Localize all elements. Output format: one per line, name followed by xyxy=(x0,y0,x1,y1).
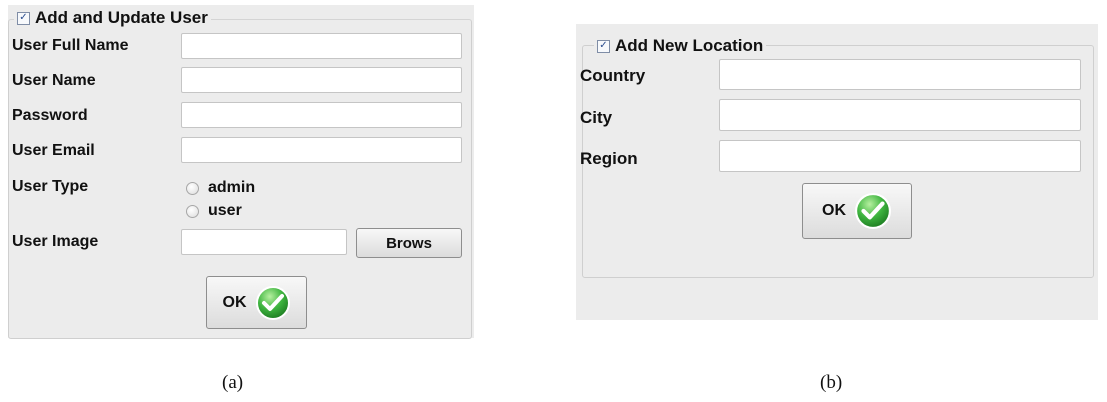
add-update-user-title: Add and Update User xyxy=(35,8,208,27)
region-field[interactable] xyxy=(719,140,1081,172)
caption-a: (a) xyxy=(222,372,244,393)
add-location-panel: ✓ Add New Location Country City Region O… xyxy=(576,24,1098,320)
city-label: City xyxy=(580,108,613,127)
user-name-label: User Name xyxy=(12,72,96,89)
radio-icon[interactable] xyxy=(186,204,199,218)
green-checkmark-icon xyxy=(255,285,291,321)
checkbox-checked-icon[interactable]: ✓ xyxy=(597,39,610,53)
user-full-name-field[interactable] xyxy=(181,33,462,59)
user-name-field[interactable] xyxy=(181,67,462,93)
caption-b: (b) xyxy=(820,372,843,393)
radio-icon[interactable] xyxy=(186,181,199,195)
radio-user-label: user xyxy=(208,202,242,219)
user-email-field[interactable] xyxy=(181,137,462,163)
add-location-legend[interactable]: ✓ Add New Location xyxy=(594,36,767,56)
green-checkmark-icon xyxy=(854,192,892,230)
user-email-label: User Email xyxy=(12,142,95,159)
password-field[interactable] xyxy=(181,102,462,128)
user-type-label: User Type xyxy=(12,178,89,195)
add-location-title: Add New Location xyxy=(615,36,764,55)
region-label: Region xyxy=(580,149,638,168)
radio-admin-label: admin xyxy=(208,179,256,196)
user-image-label: User Image xyxy=(12,233,99,250)
add-update-user-panel: ✓ Add and Update User User Full Name Use… xyxy=(8,5,474,339)
add-update-user-legend[interactable]: ✓ Add and Update User xyxy=(14,8,211,28)
user-image-field[interactable] xyxy=(181,229,347,255)
city-field[interactable] xyxy=(719,99,1081,131)
radio-user[interactable]: user xyxy=(186,202,242,220)
country-label: Country xyxy=(580,66,646,85)
password-label: Password xyxy=(12,107,88,124)
browse-button-label: Brows xyxy=(386,234,432,252)
user-full-name-label: User Full Name xyxy=(12,37,129,54)
ok-button[interactable]: OK xyxy=(802,183,912,239)
ok-button-label: OK xyxy=(822,202,846,219)
ok-button-label: OK xyxy=(222,293,247,311)
checkbox-checked-icon[interactable]: ✓ xyxy=(17,11,30,25)
radio-admin[interactable]: admin xyxy=(186,179,255,197)
browse-button[interactable]: Brows xyxy=(356,228,462,258)
ok-button[interactable]: OK xyxy=(206,276,307,329)
country-field[interactable] xyxy=(719,59,1081,90)
